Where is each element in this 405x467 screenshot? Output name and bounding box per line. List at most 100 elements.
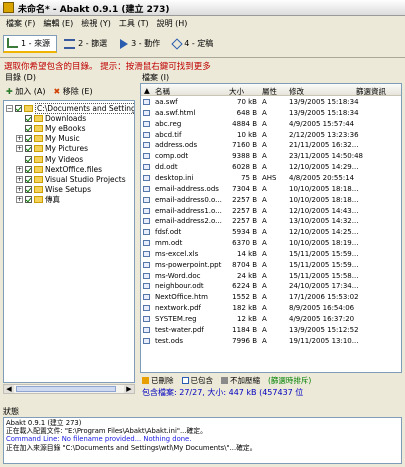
expand-icon[interactable]: + [16,186,23,194]
column-filter-info[interactable]: 篩選資訊 [356,86,386,97]
file-row[interactable]: email-address1.o... 2257 B A 12/10/2005 14:… [141,206,401,216]
tab-source[interactable]: 1 - 來源 [3,34,58,53]
tree-node[interactable]: − C:\Documents and Settings [6,102,134,114]
file-icon [143,326,150,333]
file-row[interactable]: email-address0.o... 2257 B A 10/10/2005 18:… [141,195,401,205]
file-modified: 10/10/2005 18:18... [289,195,359,204]
file-row[interactable]: aa.swf.html 648 B A 13/9/2005 15:18:34 [141,108,401,118]
menu-bar: 檔案 (F) 編輯 (E) 檢視 (Y) 工具 (T) 說明 (H) [0,16,405,30]
folder-icon [34,175,43,183]
file-row[interactable]: mm.odt 6370 B A 10/10/2005 18:19... [141,238,401,248]
file-row[interactable]: nextwork.pdf 182 kB A 8/9/2005 16:54:06 [141,303,401,313]
expand-icon[interactable]: + [16,196,23,204]
file-name: address.ods [155,141,198,150]
file-row[interactable]: ms-Word.doc 24 kB A 15/11/2005 15:58... [141,271,401,281]
window-title: 未命名* - Abakt 0.9.1 (建立 273) [18,5,170,15]
file-row[interactable]: aa.swf 70 kB A 13/9/2005 15:18:34 [141,97,401,107]
file-modified: 24/10/2005 17:34... [289,282,359,291]
file-row[interactable]: SYSTEM.reg 12 kB A 4/9/2005 16:37:20 [141,314,401,324]
hint-text: 選取你希望包含的目錄。 提示：按滑鼠右鍵可找到更多 [4,62,211,72]
file-name: abc.reg [155,119,182,128]
tree-node[interactable]: Downloads [16,113,86,123]
file-row[interactable]: test.ods 7996 B A 19/11/2005 13:10... [141,336,401,346]
expand-icon[interactable]: + [16,145,23,153]
tree-node[interactable]: + My Pictures [16,144,88,154]
tree-horizontal-scrollbar[interactable]: ◀ ▶ [3,384,135,394]
column-modified[interactable]: 修改 [289,86,304,97]
remove-button[interactable]: ✖ 移除 (E) [54,86,93,97]
tree-node[interactable]: + 傳真 [16,195,60,205]
file-icon [143,229,150,236]
file-icon [143,250,150,257]
tab-filter[interactable]: 2 - 篩選 [61,35,113,53]
file-row[interactable]: desktop.ini 75 B AHS 4/8/2005 20:55:14 [141,173,401,183]
checkbox-checked-icon[interactable] [25,175,32,183]
tree-node[interactable]: + Wise Setups [16,185,91,195]
file-name: ms-excel.xls [155,249,199,258]
file-row[interactable]: address.ods 7160 B A 21/11/2005 16:32... [141,140,401,150]
menu-file[interactable]: 檔案 (F) [3,16,40,30]
tab-action[interactable]: 3 - 動作 [117,35,166,53]
file-attributes: A [262,271,267,280]
scroll-right-arrow-icon[interactable]: ▶ [124,385,134,393]
file-modified: 17/1/2006 15:53:02 [289,293,359,302]
checkbox-checked-icon[interactable] [25,124,32,132]
expand-icon[interactable]: + [16,165,23,173]
add-button[interactable]: ✚ 加入 (A) [6,86,46,97]
file-attributes: A [262,130,267,139]
menu-help[interactable]: 說明 (H) [154,16,193,30]
checkbox-checked-icon[interactable] [15,104,22,112]
menu-tools[interactable]: 工具 (T) [116,16,154,30]
checkbox-checked-icon[interactable] [25,114,32,122]
file-row[interactable]: neighbour.odt 6224 B A 24/10/2005 17:34... [141,281,401,291]
collapse-icon[interactable]: − [6,104,13,112]
filter-icon [64,38,76,49]
file-modified: 19/11/2005 13:10... [289,336,359,345]
column-size[interactable]: 大小 [229,86,244,97]
column-name[interactable]: 名稱 [155,86,170,97]
file-row[interactable]: NextOffice.htm 1552 B A 17/1/2006 15:53:02 [141,292,401,302]
menu-edit[interactable]: 編輯 (E) [40,16,78,30]
tree-node[interactable]: My Videos [16,154,83,164]
file-row[interactable]: abc.reg 4884 B A 4/9/2005 15:57:44 [141,119,401,129]
directory-tree[interactable]: − C:\Documents and Settings Downloads My eB… [3,100,135,383]
file-list[interactable]: ▲ 名稱 大小 屬性 修改 篩選資訊 aa.swf 70 kB A 13/9/2005… [140,83,402,373]
file-row[interactable]: ms-excel.xls 14 kB A 15/11/2005 15:59... [141,249,401,259]
file-name: email-address2.o... [155,217,222,226]
tree-node[interactable]: + My Music [16,134,80,144]
menu-view[interactable]: 檢視 (Y) [78,16,116,30]
tab-finalize[interactable]: 4 - 定稿 [170,35,219,53]
checkbox-checked-icon[interactable] [25,145,32,153]
file-icon [143,218,150,225]
file-row[interactable]: email-address2.o... 2257 B A 13/10/2005 14:… [141,216,401,226]
sort-up-icon: ▲ [144,86,150,95]
file-modified: 23/11/2005 14:50:48 [289,152,364,161]
checkbox-checked-icon[interactable] [25,165,32,173]
file-size: 6370 B [232,239,257,248]
checkbox-checked-icon[interactable] [25,155,32,163]
file-size: 2257 B [232,195,257,204]
file-modified: 12/10/2005 14:43... [289,206,359,215]
checkbox-checked-icon[interactable] [25,186,32,194]
scroll-left-arrow-icon[interactable]: ◀ [4,385,14,393]
tree-node[interactable]: My eBooks [16,123,85,133]
tree-node-label: 傳真 [45,195,60,205]
tree-node[interactable]: + NextOffice.files [16,164,102,174]
column-attributes[interactable]: 屬性 [262,86,277,97]
file-row[interactable]: abcd.tif 10 kB A 2/12/2005 13:23:36 [141,130,401,140]
file-icon [143,109,150,116]
file-row[interactable]: ms-powerpoint.ppt 8704 B A 15/11/2005 15:59… [141,260,401,270]
file-row[interactable]: dd.odt 6028 B A 12/10/2005 14:29... [141,162,401,172]
file-row[interactable]: comp.odt 9388 B A 23/11/2005 14:50:48 [141,151,401,161]
file-attributes: A [262,163,267,172]
file-row[interactable]: test-water.pdf 1184 B A 13/9/2005 15:12:52 [141,325,401,335]
scrollbar-thumb[interactable] [16,386,116,392]
file-name: test.ods [155,336,184,345]
checkbox-checked-icon[interactable] [25,196,32,204]
expand-icon[interactable]: + [16,135,23,143]
checkbox-checked-icon[interactable] [25,135,32,143]
file-row[interactable]: email-address.ods 7304 B A 10/10/2005 18:18… [141,184,401,194]
file-row[interactable]: fdsf.odt 5934 B A 12/10/2005 14:25... [141,227,401,237]
tree-node[interactable]: + Visual Studio Projects [16,174,126,184]
expand-icon[interactable]: + [16,175,23,183]
